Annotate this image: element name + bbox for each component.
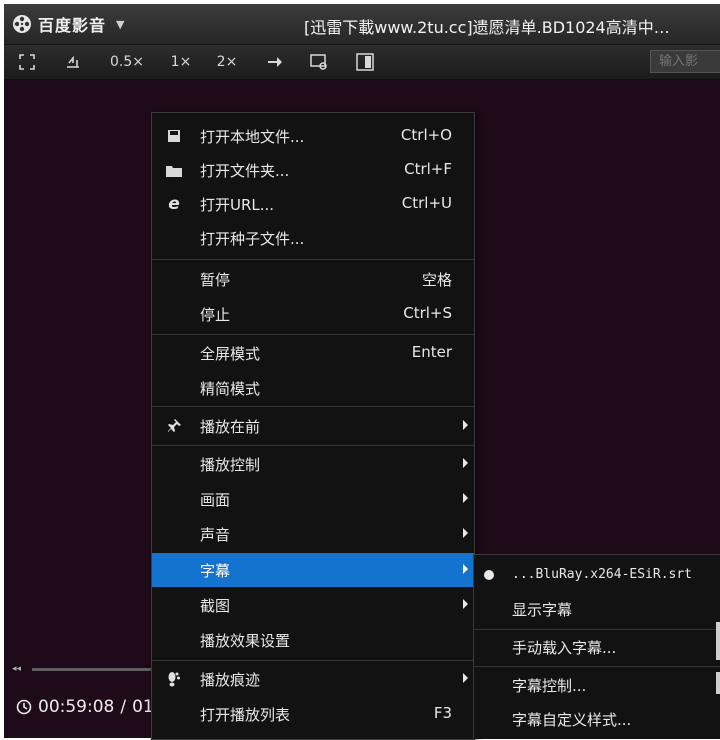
menu-item-open-folder[interactable]: 打开文件夹... Ctrl+F bbox=[152, 153, 474, 187]
submenu-arrow-icon bbox=[463, 564, 468, 574]
subtitle-submenu: ...BluRay.x264-ESiR.srt 显示字幕 手动载入字幕... 字… bbox=[473, 554, 720, 739]
menu-divider bbox=[152, 406, 474, 407]
context-menu: 打开本地文件... Ctrl+O 打开文件夹... Ctrl+F e 打开URL… bbox=[151, 112, 475, 740]
folder-icon bbox=[166, 162, 182, 178]
menu-item-always-on-top[interactable]: 播放在前 bbox=[152, 409, 474, 443]
menu-item-open-url[interactable]: e 打开URL... Ctrl+U bbox=[152, 187, 474, 221]
menu-item-compact-mode[interactable]: 精简模式 bbox=[152, 371, 474, 405]
title-bar: 百度影音 ▼ [迅雷下載www.2tu.cc]遗愿清单.BD1024高清中… bbox=[4, 4, 720, 45]
menu-divider bbox=[152, 259, 474, 260]
toolbar: 0.5× 1× 2× bbox=[4, 45, 720, 80]
compact-mode-button[interactable] bbox=[352, 50, 378, 74]
speed-2x-button[interactable]: 2× bbox=[210, 50, 244, 74]
folder-disk-icon bbox=[166, 128, 182, 144]
speed-half-button[interactable]: 0.5× bbox=[104, 50, 150, 74]
search-input[interactable] bbox=[650, 50, 720, 73]
submenu-item-subtitle-file[interactable]: ...BluRay.x264-ESiR.srt bbox=[474, 559, 720, 591]
menu-item-screenshot[interactable]: 截图 bbox=[152, 588, 474, 622]
submenu-arrow-icon bbox=[463, 493, 468, 503]
screenshot-button[interactable] bbox=[306, 50, 332, 74]
menu-item-sound[interactable]: 声音 bbox=[152, 517, 474, 551]
chevron-down-icon: ▼ bbox=[116, 17, 125, 31]
scrollbar[interactable] bbox=[716, 622, 720, 660]
app-name: 百度影音 bbox=[38, 16, 107, 35]
expand-icon bbox=[19, 54, 35, 70]
app-menu-button[interactable]: 百度影音 ▼ bbox=[12, 13, 124, 35]
ie-icon: e bbox=[168, 194, 180, 214]
return-icon bbox=[67, 55, 79, 68]
submenu-arrow-icon bbox=[463, 458, 468, 468]
submenu-arrow-icon bbox=[463, 599, 468, 609]
pin-icon bbox=[268, 57, 282, 67]
menu-item-picture[interactable]: 画面 bbox=[152, 482, 474, 516]
step-back-button[interactable] bbox=[60, 50, 86, 74]
menu-item-subtitles[interactable]: 字幕 bbox=[152, 553, 474, 587]
menu-divider bbox=[474, 666, 720, 667]
submenu-item-show-subtitles[interactable]: 显示字幕 bbox=[474, 593, 720, 625]
submenu-arrow-icon bbox=[463, 528, 468, 538]
seek-start-icon: ◂◂ bbox=[12, 664, 22, 674]
submenu-item-subtitle-control[interactable]: 字幕控制... bbox=[474, 669, 720, 701]
time-display: 00:59:08 / 01 bbox=[16, 697, 154, 717]
menu-divider bbox=[474, 629, 720, 630]
pin-icon bbox=[166, 418, 182, 434]
pin-button[interactable] bbox=[262, 50, 288, 74]
file-title: [迅雷下載www.2tu.cc]遗愿清单.BD1024高清中… bbox=[304, 18, 670, 37]
menu-divider bbox=[152, 445, 474, 446]
seek-track[interactable] bbox=[32, 668, 162, 671]
menu-divider bbox=[152, 660, 474, 661]
footprint-icon bbox=[166, 671, 182, 687]
clock-icon bbox=[16, 699, 32, 715]
menu-item-playback-effects[interactable]: 播放效果设置 bbox=[152, 623, 474, 657]
scrollbar[interactable] bbox=[716, 672, 720, 694]
panel-icon bbox=[356, 53, 374, 71]
fullscreen-button[interactable] bbox=[14, 50, 40, 74]
submenu-item-subtitle-style[interactable]: 字幕自定义样式... bbox=[474, 703, 720, 735]
submenu-item-load-subtitles[interactable]: 手动载入字幕... bbox=[474, 631, 720, 663]
menu-item-playback-control[interactable]: 播放控制 bbox=[152, 447, 474, 481]
menu-item-stop[interactable]: 停止 Ctrl+S bbox=[152, 297, 474, 331]
submenu-arrow-icon bbox=[463, 673, 468, 683]
current-time: 00:59:08 bbox=[38, 697, 115, 717]
menu-item-playback-history[interactable]: 播放痕迹 bbox=[152, 662, 474, 696]
submenu-arrow-icon bbox=[463, 420, 468, 430]
time-separator: / bbox=[120, 697, 127, 717]
menu-item-open-local-file[interactable]: 打开本地文件... Ctrl+O bbox=[152, 119, 474, 153]
menu-divider bbox=[152, 334, 474, 335]
film-reel-icon bbox=[13, 15, 31, 33]
screenshot-icon bbox=[310, 54, 327, 70]
menu-item-fullscreen[interactable]: 全屏模式 Enter bbox=[152, 336, 474, 370]
speed-1x-button[interactable]: 1× bbox=[164, 50, 198, 74]
menu-item-open-torrent[interactable]: 打开种子文件... bbox=[152, 221, 474, 255]
menu-item-open-playlist[interactable]: 打开播放列表 F3 bbox=[152, 697, 474, 731]
menu-item-pause[interactable]: 暂停 空格 bbox=[152, 262, 474, 296]
radio-selected-icon bbox=[484, 570, 494, 580]
